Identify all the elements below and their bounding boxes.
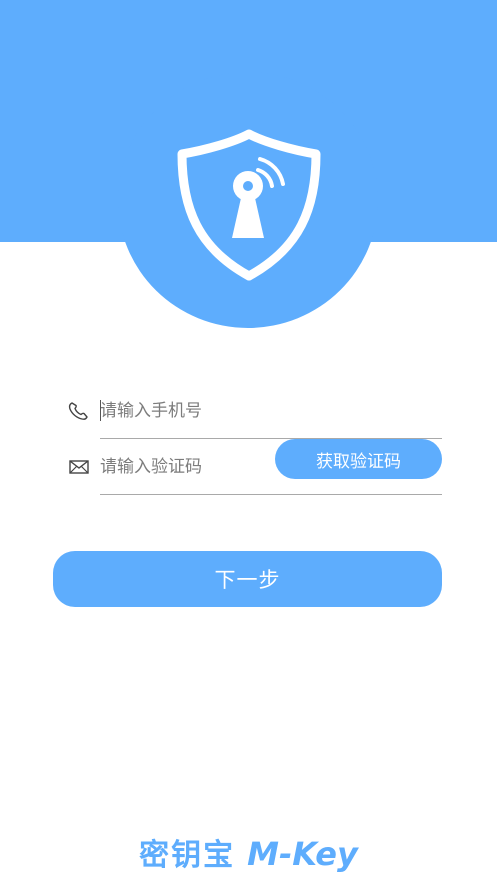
mail-icon xyxy=(69,460,89,474)
code-row: 获取验证码 xyxy=(62,439,442,495)
login-screen: 获取验证码 下一步 密钥宝 M-Key xyxy=(0,0,497,883)
code-underline xyxy=(100,494,442,495)
phone-row xyxy=(62,383,442,439)
brand-name-en: M-Key xyxy=(247,835,358,873)
text-cursor xyxy=(100,400,101,421)
shield-keyhole-signal-icon xyxy=(177,129,321,281)
get-code-button[interactable]: 获取验证码 xyxy=(275,439,442,479)
brand-logo: 密钥宝 M-Key xyxy=(0,830,497,874)
brand-name-cn: 密钥宝 xyxy=(139,838,236,873)
phone-input[interactable] xyxy=(100,395,272,427)
verification-code-input[interactable] xyxy=(100,451,272,483)
next-step-button[interactable]: 下一步 xyxy=(53,551,442,607)
phone-icon xyxy=(68,402,88,420)
